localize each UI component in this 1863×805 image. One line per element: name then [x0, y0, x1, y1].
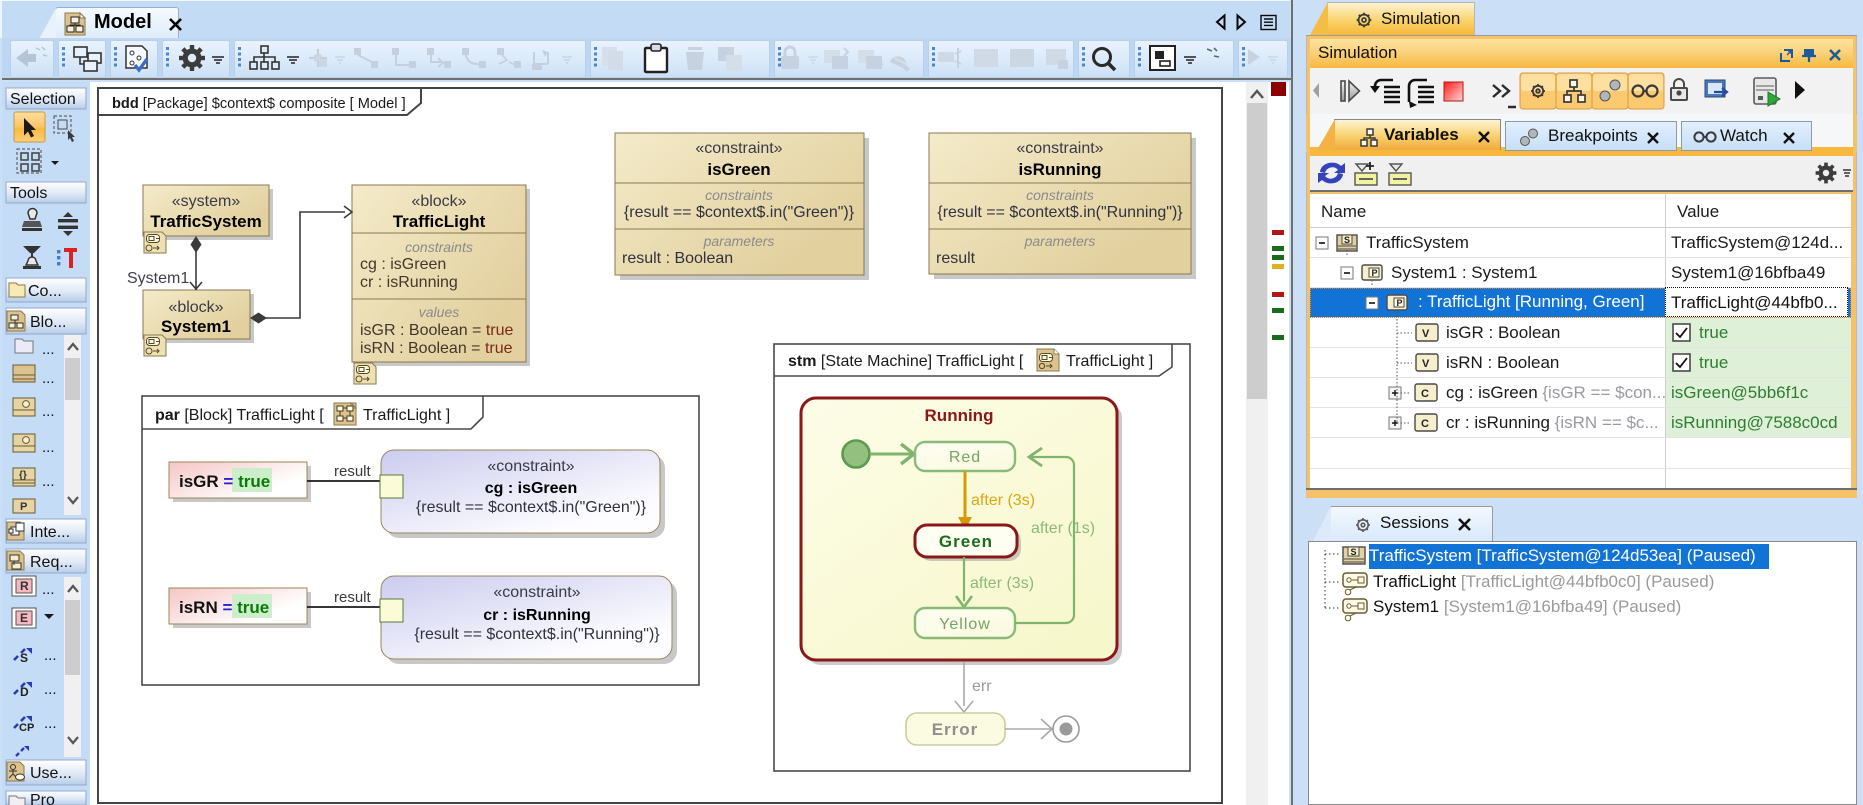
svg-text:...: ...: [44, 681, 57, 698]
svg-text:result : Boolean: result : Boolean: [622, 250, 733, 267]
svg-text:cr : isRunning: cr : isRunning: [483, 607, 591, 624]
svg-text:«constraint»: «constraint»: [493, 584, 580, 601]
svg-text:«block»: «block»: [411, 193, 466, 210]
svg-text:isRN : Boolean = true: isRN : Boolean = true: [360, 340, 513, 357]
svg-text:Yellow: Yellow: [939, 616, 991, 633]
svg-text:S: S: [1351, 547, 1357, 557]
svg-text:...: ...: [42, 370, 55, 387]
svg-text:{}: {}: [19, 470, 27, 481]
svg-text:constraints: constraints: [1026, 187, 1094, 203]
svg-text:err: err: [972, 678, 992, 695]
svg-text:Pro: Pro: [30, 792, 55, 805]
svg-text:Selection: Selection: [10, 91, 76, 108]
svg-text:constraints: constraints: [705, 187, 773, 203]
svg-text:isGreen: isGreen: [707, 160, 770, 179]
svg-text:...: ...: [42, 439, 55, 456]
svg-text:Use...: Use...: [30, 765, 72, 782]
svg-text:result: result: [334, 589, 372, 606]
svg-text:...: ...: [42, 473, 55, 490]
svg-text:result: result: [334, 463, 372, 480]
svg-text:...: ...: [42, 581, 55, 598]
svg-text:cr : isRunning: cr : isRunning: [360, 274, 458, 291]
svg-text:result: result: [936, 250, 976, 267]
svg-text:R: R: [20, 579, 29, 593]
svg-text:values: values: [419, 304, 459, 320]
svg-text:Blo...: Blo...: [30, 314, 66, 331]
svg-text:TrafficSystem: TrafficSystem: [150, 212, 262, 231]
svg-text:«system»: «system»: [172, 193, 241, 210]
svg-text:Tools: Tools: [10, 185, 47, 202]
svg-text:Green: Green: [939, 532, 993, 551]
svg-text:{result == $context$.in("Runni: {result == $context$.in("Running")}: [937, 204, 1183, 221]
svg-text:after (1s): after (1s): [1031, 520, 1095, 537]
svg-text:«block»: «block»: [168, 299, 223, 316]
svg-text:after (3s): after (3s): [970, 575, 1034, 592]
svg-text:...: ...: [42, 403, 55, 420]
svg-text:«constraint»: «constraint»: [695, 140, 782, 157]
svg-text:«constraint»: «constraint»: [1016, 140, 1103, 157]
svg-text:...: ...: [42, 341, 55, 358]
svg-text:{result == $context$.in("Green: {result == $context$.in("Green")}: [624, 204, 855, 221]
svg-text:Req...: Req...: [30, 554, 73, 571]
svg-text:constraints: constraints: [405, 239, 473, 255]
svg-text:isGR = true: isGR = true: [179, 472, 270, 491]
svg-text:parameters: parameters: [703, 233, 775, 249]
svg-text:isRunning: isRunning: [1018, 160, 1101, 179]
svg-text:TrafficLight ]: TrafficLight ]: [1066, 353, 1153, 370]
svg-text:stm [State Machine] TrafficLig: stm [State Machine] TrafficLight [: [788, 353, 1024, 370]
svg-text:parameters: parameters: [1024, 233, 1096, 249]
svg-text:Running: Running: [925, 406, 994, 425]
svg-text:par [Block] TrafficLight [: par [Block] TrafficLight [: [155, 407, 324, 424]
svg-text:E: E: [20, 611, 28, 625]
svg-text:Co...: Co...: [28, 283, 62, 300]
svg-text:cg : isGreen: cg : isGreen: [485, 480, 577, 497]
svg-text:TrafficLight ]: TrafficLight ]: [363, 407, 450, 424]
svg-text:«constraint»: «constraint»: [487, 458, 574, 475]
svg-text:D: D: [20, 685, 29, 699]
svg-text:{result == $context$.in("Green: {result == $context$.in("Green")}: [416, 499, 647, 516]
svg-text:...: ...: [44, 715, 57, 732]
svg-text:System1: System1: [127, 270, 189, 287]
svg-text:S: S: [20, 651, 28, 665]
svg-text:System1: System1: [161, 317, 231, 336]
svg-text:...: ...: [44, 647, 57, 664]
svg-text:TrafficLight: TrafficLight: [393, 212, 486, 231]
svg-text:isGR : Boolean = true: isGR : Boolean = true: [360, 322, 514, 339]
svg-text:Inte...: Inte...: [30, 524, 70, 541]
svg-text:bdd [Package] $context$ compos: bdd [Package] $context$ composite [ Mode…: [112, 96, 406, 112]
svg-text:P: P: [20, 501, 27, 513]
svg-text:isRN = true: isRN = true: [179, 598, 269, 617]
svg-text:cg : isGreen: cg : isGreen: [360, 256, 446, 273]
svg-text:Red: Red: [949, 449, 981, 466]
svg-text:CP: CP: [19, 722, 34, 734]
svg-text:after (3s): after (3s): [971, 492, 1035, 509]
svg-text:Error: Error: [932, 720, 979, 739]
svg-text:{result == $context$.in("Runni: {result == $context$.in("Running")}: [414, 626, 660, 643]
